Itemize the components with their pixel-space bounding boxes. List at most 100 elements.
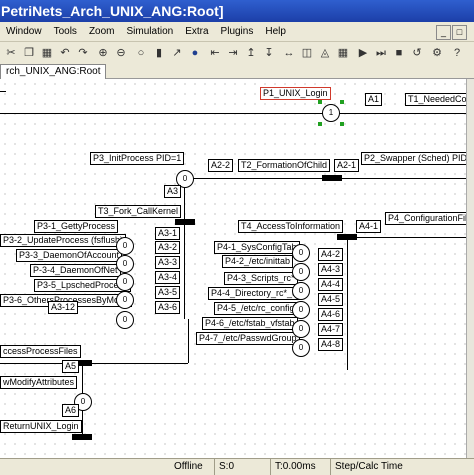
label-p4-1[interactable]: P4-1_SysConfigTab	[214, 241, 300, 254]
label-a4-4[interactable]: A4-4	[318, 278, 344, 291]
align-right-icon[interactable]: ⇥	[226, 46, 240, 60]
place-p3-5[interactable]: 0	[116, 311, 134, 329]
place-p4-1[interactable]: 0	[292, 244, 310, 262]
label-p3-4[interactable]: P-3-4_DaemonOfNet	[30, 264, 121, 277]
label-p4-2[interactable]: P4-2_/etc/inittab	[222, 255, 294, 268]
undo-icon[interactable]: ↶	[58, 46, 72, 60]
arc-line	[0, 113, 466, 114]
net-canvas[interactable]: P1_UNIX_Login 1 A1 T1_NeededCompo P3_Ini…	[0, 79, 466, 458]
label-p4-3[interactable]: P4-3_Scripts_rc*	[224, 272, 298, 285]
label-t1[interactable]: T1_NeededCompo	[405, 93, 466, 106]
group-icon[interactable]: ◫	[300, 46, 314, 60]
label-a6[interactable]: A6	[62, 404, 80, 417]
place-tool-icon[interactable]: ○	[134, 46, 148, 60]
label-p4-5[interactable]: P4-5_/etc/rc_config	[214, 302, 298, 315]
token-tool-icon[interactable]: ●	[188, 46, 202, 60]
label-a2-1[interactable]: A2-1	[334, 159, 360, 172]
minimize-button[interactable]: _	[436, 25, 451, 40]
label-a5[interactable]: A5	[62, 360, 80, 373]
label-a4-7[interactable]: A4-7	[318, 323, 344, 336]
transition-t2[interactable]	[322, 175, 342, 181]
label-a3-2[interactable]: A3-2	[155, 241, 181, 254]
label-p3-1[interactable]: P3-1_GettyProcess	[34, 220, 119, 233]
transition-t3[interactable]	[175, 219, 195, 225]
label-p4-7[interactable]: P4-7_/etc/PasswdGroup	[196, 332, 300, 345]
label-p2[interactable]: P2_Swapper (Sched) PID=0	[361, 152, 466, 165]
label-modify-attributes[interactable]: wModifyAttributes	[0, 376, 78, 389]
grid-icon[interactable]: ▦	[336, 46, 350, 60]
label-a4-8[interactable]: A4-8	[318, 338, 344, 351]
play-icon[interactable]: ▶	[356, 46, 370, 60]
label-p4-6[interactable]: P4-6_/etc/fstab_vfstab	[202, 317, 298, 330]
distribute-icon[interactable]: ↔	[282, 46, 296, 60]
label-a4-1[interactable]: A4-1	[356, 220, 382, 233]
label-return-unix-login[interactable]: ReturnUNIX_Login	[0, 420, 82, 433]
align-bottom-icon[interactable]: ↧	[262, 46, 276, 60]
reset-icon[interactable]: ↺	[410, 46, 424, 60]
place-p3-4[interactable]: 0	[116, 291, 134, 309]
label-a3-12[interactable]: A3-12	[48, 301, 79, 314]
zoom-in-icon[interactable]: ⊕	[96, 46, 110, 60]
label-a1[interactable]: A1	[365, 93, 383, 106]
label-t4[interactable]: T4_AccessToInformation	[238, 220, 344, 233]
label-a3[interactable]: A3	[164, 185, 182, 198]
label-p3[interactable]: P3_InitProcess PID=1	[90, 152, 185, 165]
label-a3-3[interactable]: A3-3	[155, 256, 181, 269]
vertical-scrollbar[interactable]	[466, 79, 474, 458]
align-left-icon[interactable]: ⇤	[208, 46, 222, 60]
label-a4-2[interactable]: A4-2	[318, 248, 344, 261]
paste-icon[interactable]: ▦	[40, 46, 54, 60]
label-p3-2[interactable]: P3-2_UpdateProcess (fsflush)	[0, 234, 127, 247]
transition-t6[interactable]	[72, 434, 92, 440]
place-p1[interactable]: 1	[322, 104, 340, 122]
place-p3-2[interactable]: 0	[116, 255, 134, 273]
label-p4[interactable]: P4_ConfigurationFiles	[385, 212, 466, 225]
stop-icon[interactable]: ■	[392, 46, 406, 60]
place-p4-5[interactable]: 0	[292, 320, 310, 338]
label-a3-6[interactable]: A3-6	[155, 301, 181, 314]
arc-tool-icon[interactable]: ↗	[170, 46, 184, 60]
label-t2[interactable]: T2_FormationOfChild	[238, 159, 331, 172]
menu-item-tools[interactable]: Tools	[48, 22, 83, 41]
label-a3-5[interactable]: A3-5	[155, 286, 181, 299]
cut-icon[interactable]: ✂	[4, 46, 18, 60]
restore-button[interactable]: □	[452, 25, 467, 40]
place-p4-2[interactable]: 0	[292, 263, 310, 281]
tab-root[interactable]: rch_UNIX_ANG:Root	[0, 64, 107, 79]
ungroup-icon[interactable]: ◬	[318, 46, 332, 60]
redo-icon[interactable]: ↷	[76, 46, 90, 60]
label-a4-5[interactable]: A4-5	[318, 293, 344, 306]
label-p1[interactable]: P1_UNIX_Login	[260, 87, 331, 100]
place-p3-3[interactable]: 0	[116, 273, 134, 291]
menu-item-simulation[interactable]: Simulation	[121, 22, 180, 41]
transition-tool-icon[interactable]: ▮	[152, 46, 166, 60]
label-a3-4[interactable]: A3-4	[155, 271, 181, 284]
step-icon[interactable]: ⏭	[374, 46, 388, 60]
settings-icon[interactable]: ⚙	[430, 46, 444, 60]
label-t3[interactable]: T3_Fork_CallKernel	[95, 205, 182, 218]
place-p3-1[interactable]: 0	[116, 237, 134, 255]
selection-handle[interactable]	[340, 100, 344, 104]
help-icon[interactable]: ?	[450, 46, 464, 60]
label-p3-3[interactable]: P3-3_DaemonOfAccount	[16, 249, 123, 262]
menu-item-plugins[interactable]: Plugins	[215, 22, 260, 41]
copy-icon[interactable]: ❐	[22, 46, 36, 60]
label-a4-6[interactable]: A4-6	[318, 308, 344, 321]
menu-item-extra[interactable]: Extra	[179, 22, 214, 41]
label-access-process-files[interactable]: ccessProcessFiles	[0, 345, 81, 358]
menu-item-zoom[interactable]: Zoom	[83, 22, 121, 41]
place-p4-3[interactable]: 0	[292, 282, 310, 300]
selection-handle[interactable]	[318, 100, 322, 104]
selection-handle[interactable]	[318, 122, 322, 126]
label-p4-4[interactable]: P4-4_Directory_rc*_d	[208, 287, 301, 300]
align-top-icon[interactable]: ↥	[244, 46, 258, 60]
place-p4-6[interactable]: 0	[292, 339, 310, 357]
menu-item-window[interactable]: Window	[0, 22, 48, 41]
menu-item-help[interactable]: Help	[259, 22, 292, 41]
place-p4-4[interactable]: 0	[292, 301, 310, 319]
zoom-out-icon[interactable]: ⊖	[114, 46, 128, 60]
label-a4-3[interactable]: A4-3	[318, 263, 344, 276]
label-a3-1[interactable]: A3-1	[155, 227, 181, 240]
selection-handle[interactable]	[340, 122, 344, 126]
label-a2-2[interactable]: A2-2	[208, 159, 234, 172]
